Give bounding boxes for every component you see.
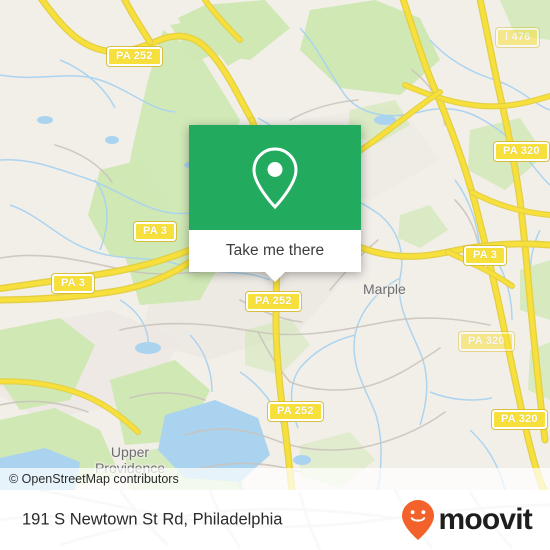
openstreetmap-attribution[interactable]: © OpenStreetMap contributors: [0, 472, 179, 486]
moovit-smiling-pin-icon: [402, 500, 435, 540]
address-label: 191 S Newtown St Rd, Philadelphia: [22, 510, 283, 529]
road-shield-pa-3: PA 3: [134, 222, 177, 241]
map-pin-icon: [252, 146, 298, 209]
road-shield-i-476: I 476: [496, 28, 540, 47]
popup-tail-arrow: [264, 271, 286, 282]
road-shield-pa-3: PA 3: [464, 246, 507, 265]
road-shield-pa-252: PA 252: [268, 402, 323, 421]
place-label-marple: Marple: [363, 281, 406, 297]
road-shield-pa-320: PA 320: [459, 332, 514, 351]
map-attribution-bar: © OpenStreetMap contributors: [0, 468, 550, 490]
take-me-there-label: Take me there: [225, 242, 325, 259]
popup-footer[interactable]: Take me there: [189, 230, 361, 282]
popup-header: [189, 125, 361, 230]
road-shield-pa-252: PA 252: [246, 292, 301, 311]
road-shield-pa-320: PA 320: [494, 142, 549, 161]
moovit-map-screenshot: .w { fill:none; stroke:#aad3f0; } .park …: [0, 0, 550, 550]
moovit-wordmark: moovit: [438, 503, 532, 536]
footer-bar: 191 S Newtown St Rd, Philadelphia moovit: [0, 490, 550, 550]
moovit-logo[interactable]: moovit: [401, 499, 533, 541]
map-viewport[interactable]: .w { fill:none; stroke:#aad3f0; } .park …: [0, 0, 550, 490]
destination-popup[interactable]: Take me there: [189, 125, 361, 282]
road-shield-pa-3: PA 3: [52, 274, 95, 293]
road-shield-pa-320: PA 320: [492, 410, 547, 429]
road-shield-pa-252: PA 252: [107, 47, 162, 66]
